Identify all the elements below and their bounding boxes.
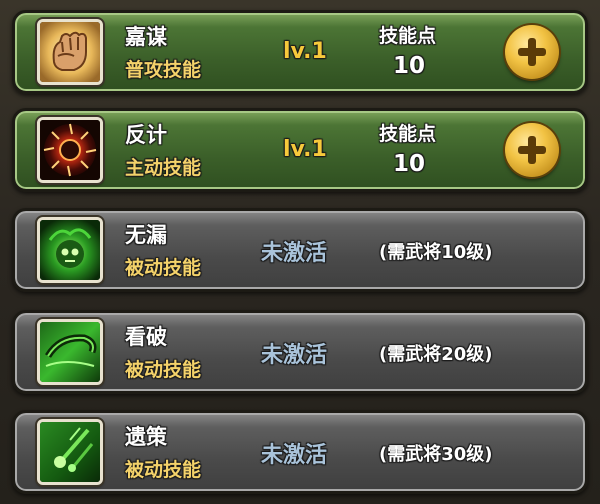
skill-requirement: (需武将30级) <box>379 444 493 465</box>
skill-points-label: 技能点 <box>379 123 437 145</box>
skill-panel: 嘉谋 普攻技能 lv.1 技能点 10 反计 主动技能 lv.1 技能点 10 … <box>0 0 600 504</box>
skill-name: 看破 <box>125 325 167 349</box>
skill-type: 被动技能 <box>125 359 202 381</box>
skill-status: 未激活 <box>261 343 328 368</box>
skill-type: 普攻技能 <box>125 59 202 81</box>
skill-level: lv.1 <box>283 137 327 162</box>
skill-type: 被动技能 <box>125 459 202 481</box>
add-skill-point-button[interactable] <box>505 123 559 177</box>
burst-icon <box>37 117 103 183</box>
skill-name: 遗策 <box>125 425 167 449</box>
skill-level: lv.1 <box>283 39 327 64</box>
skill-card-fanji[interactable]: 反计 主动技能 lv.1 技能点 10 <box>12 108 588 192</box>
skill-type: 被动技能 <box>125 257 202 279</box>
skill-type: 主动技能 <box>125 157 202 179</box>
green-swirl-icon <box>37 319 103 385</box>
skill-name: 反计 <box>125 123 167 147</box>
skill-requirement: (需武将10级) <box>379 242 493 263</box>
green-comet-icon <box>37 419 103 485</box>
green-skull-icon <box>37 217 103 283</box>
skill-points-value: 10 <box>393 151 426 177</box>
skill-name: 无漏 <box>125 223 167 247</box>
skill-status: 未激活 <box>261 443 328 468</box>
skill-card-yice[interactable]: 遗策 被动技能 未激活 (需武将30级) <box>12 410 588 494</box>
add-skill-point-button[interactable] <box>505 25 559 79</box>
skill-points-value: 10 <box>393 53 426 79</box>
skill-card-kanpo[interactable]: 看破 被动技能 未激活 (需武将20级) <box>12 310 588 394</box>
skill-requirement: (需武将20级) <box>379 344 493 365</box>
skill-status: 未激活 <box>261 241 328 266</box>
skill-points-label: 技能点 <box>379 25 437 47</box>
skill-card-wulou[interactable]: 无漏 被动技能 未激活 (需武将10级) <box>12 208 588 292</box>
fist-icon <box>37 19 103 85</box>
skill-card-jiamou[interactable]: 嘉谋 普攻技能 lv.1 技能点 10 <box>12 10 588 94</box>
skill-name: 嘉谋 <box>125 25 167 49</box>
